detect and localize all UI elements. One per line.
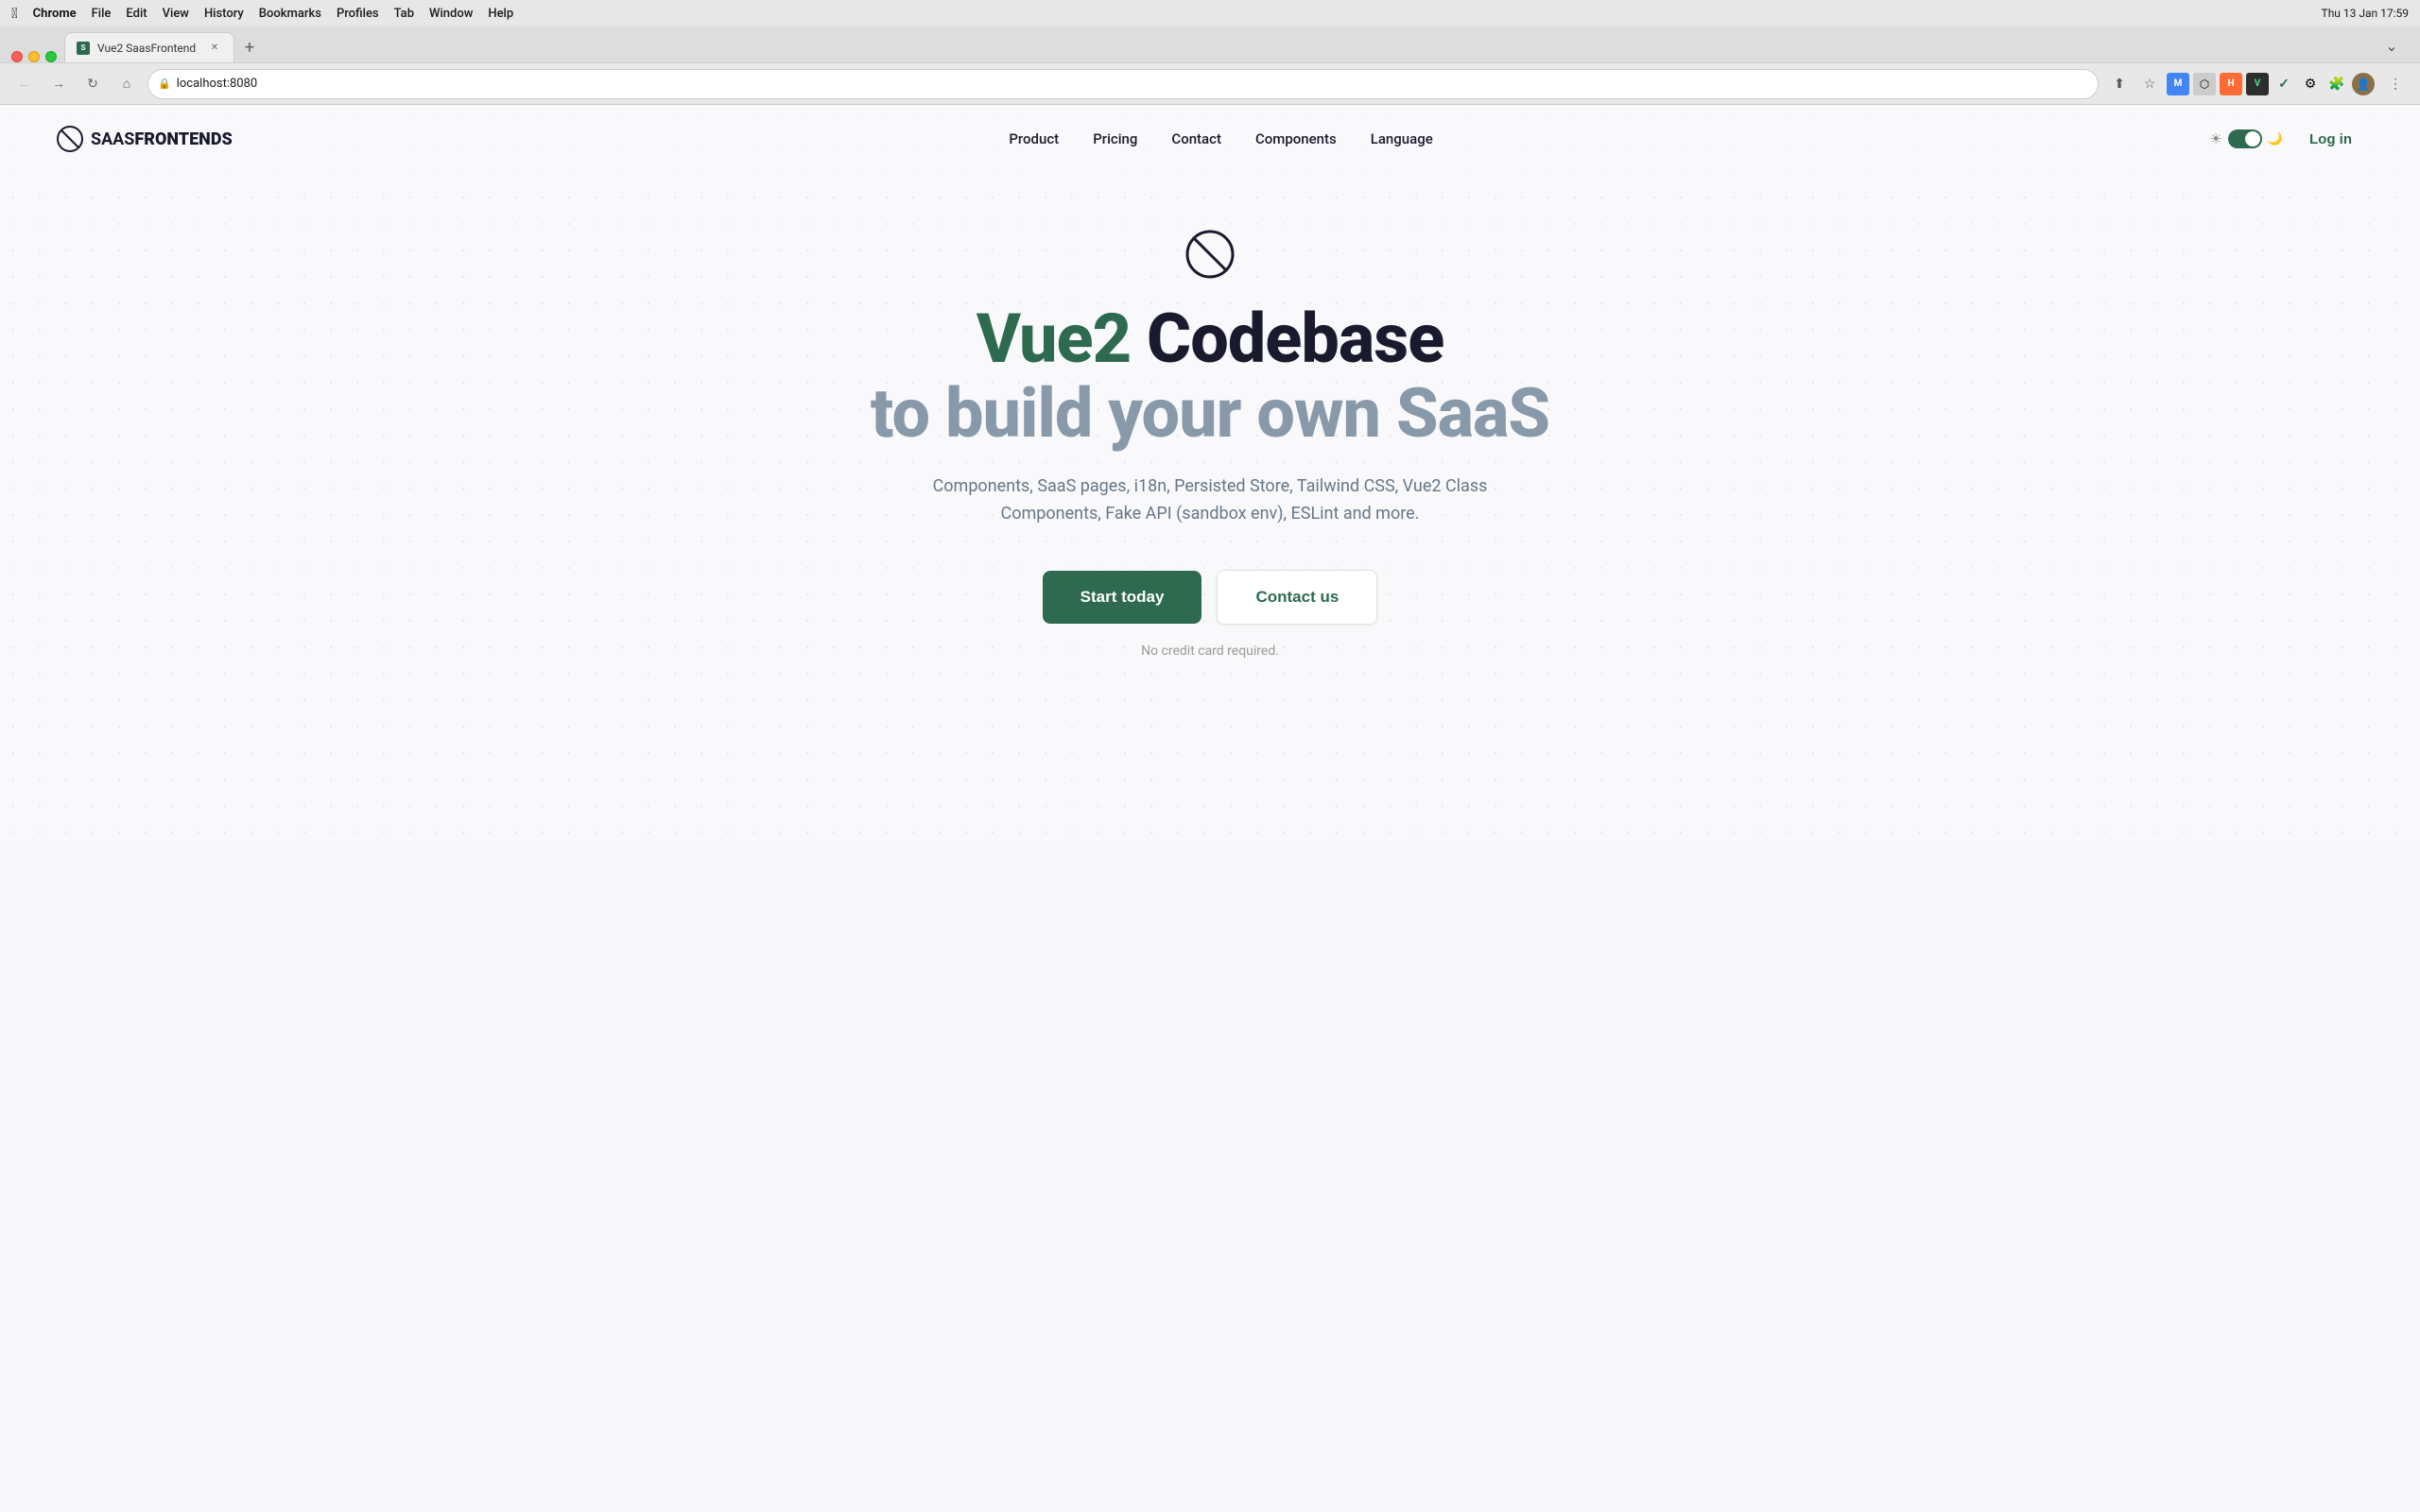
nav-language[interactable]: Language [1371, 130, 1433, 147]
chrome-menu-button[interactable]: ⋮ [2382, 71, 2409, 97]
ext-icon-3[interactable]: H [2220, 73, 2242, 95]
new-tab-button[interactable]: + [236, 34, 263, 60]
user-avatar[interactable]: 👤 [2352, 73, 2375, 95]
forward-button[interactable]: → [45, 71, 72, 97]
browser-chrome: S Vue2 SaasFrontend ✕ + ⌄ ← → ↻ ⌂ 🔒 loca… [0, 26, 2420, 105]
back-button[interactable]: ← [11, 71, 38, 97]
nav-components[interactable]: Components [1255, 130, 1337, 147]
nav-right: ☀ 🌙 Log in [2209, 126, 2363, 153]
menubar-edit[interactable]: Edit [126, 7, 147, 21]
active-tab[interactable]: S Vue2 SaasFrontend ✕ [64, 32, 234, 62]
minimize-window-button[interactable] [28, 51, 40, 62]
reload-button[interactable]: ↻ [79, 71, 106, 97]
nav-contact[interactable]: Contact [1171, 130, 1221, 147]
ext-icon-1[interactable]: M [2167, 73, 2189, 95]
menubar-help[interactable]: Help [488, 7, 513, 21]
bookmark-icon[interactable]: ☆ [2136, 71, 2163, 97]
nav-pricing[interactable]: Pricing [1093, 130, 1137, 147]
hero-section: Vue2 Codebase to build your own SaaS Com… [0, 173, 2420, 734]
dark-mode-toggle[interactable] [2228, 129, 2262, 148]
ext-icon-4[interactable]: V [2246, 73, 2269, 95]
menubar-bookmarks[interactable]: Bookmarks [259, 7, 321, 21]
hero-title-subtitle: to build your own SaaS [871, 376, 1549, 451]
toggle-knob [2245, 131, 2260, 146]
fullscreen-window-button[interactable] [45, 51, 57, 62]
nav-product[interactable]: Product [1009, 130, 1059, 147]
tab-title: Vue2 SaasFrontend [97, 42, 196, 55]
ext-puzzle-icon[interactable]: 🧩 [2325, 73, 2348, 95]
browser-toolbar: ← → ↻ ⌂ 🔒 localhost:8080 ⬆ ☆ M ⬡ H V ✓ ⚙… [0, 62, 2420, 104]
tab-favicon: S [77, 42, 90, 55]
menubar-window[interactable]: Window [429, 7, 473, 21]
logo-text: SAASSAASFRONTENDSFRONTENDS [91, 129, 233, 149]
menubar-profiles[interactable]: Profiles [337, 7, 379, 21]
address-bar[interactable]: 🔒 localhost:8080 [147, 69, 2099, 99]
ext-icon-2[interactable]: ⬡ [2193, 73, 2216, 95]
sun-icon: ☀ [2209, 130, 2221, 147]
menubar-file[interactable]: File [92, 7, 112, 21]
traffic-lights [11, 51, 57, 62]
hero-title-codebase: Codebase [1131, 299, 1443, 379]
login-button[interactable]: Log in [2298, 126, 2363, 153]
logo-svg-icon [57, 126, 83, 152]
hero-title-vue2: Vue2 [977, 299, 1131, 379]
share-icon[interactable]: ⬆ [2106, 71, 2133, 97]
apple-logo-icon[interactable]:  [11, 5, 18, 22]
url-display: localhost:8080 [177, 77, 2088, 91]
lock-icon: 🔒 [158, 77, 171, 90]
hero-buttons: Start today Contact us [1043, 570, 1378, 625]
ext-icon-5[interactable]: ✓ [2273, 73, 2295, 95]
site-nav: SAASSAASFRONTENDSFRONTENDS Product Prici… [0, 105, 2420, 173]
no-credit-text: No credit card required. [1141, 644, 1279, 659]
hero-title: Vue2 Codebase to build your own SaaS [871, 301, 1549, 451]
tab-list-button[interactable]: ⌄ [2378, 32, 2405, 59]
tab-bar: S Vue2 SaasFrontend ✕ + ⌄ [0, 26, 2420, 62]
menubar-view[interactable]: View [163, 7, 189, 21]
hero-logo-icon [1185, 230, 1235, 279]
menubar-history[interactable]: History [204, 7, 244, 21]
macos-menubar:  Chrome File Edit View History Bookmark… [0, 0, 2420, 26]
theme-toggle[interactable]: ☀ 🌙 [2209, 129, 2283, 148]
ext-icon-6[interactable]: ⚙ [2299, 73, 2322, 95]
logo-saas: SAAS [91, 129, 134, 149]
extension-icons: ⬆ ☆ M ⬡ H V ✓ ⚙ 🧩 👤 [2106, 71, 2375, 97]
close-window-button[interactable] [11, 51, 23, 62]
menubar-tab[interactable]: Tab [394, 7, 414, 21]
home-button[interactable]: ⌂ [113, 71, 140, 97]
tab-close-button[interactable]: ✕ [207, 41, 222, 56]
moon-icon: 🌙 [2268, 132, 2283, 146]
hero-description: Components, SaaS pages, i18n, Persisted … [917, 473, 1503, 528]
contact-us-button[interactable]: Contact us [1217, 570, 1377, 625]
start-today-button[interactable]: Start today [1043, 571, 1202, 624]
site-logo[interactable]: SAASSAASFRONTENDSFRONTENDS [57, 126, 233, 152]
webpage: SAASSAASFRONTENDSFRONTENDS Product Prici… [0, 105, 2420, 842]
nav-links: Product Pricing Contact Components Langu… [1009, 130, 1432, 147]
menubar-time: Thu 13 Jan 17:59 [2322, 7, 2409, 20]
menubar-chrome[interactable]: Chrome [33, 7, 77, 21]
